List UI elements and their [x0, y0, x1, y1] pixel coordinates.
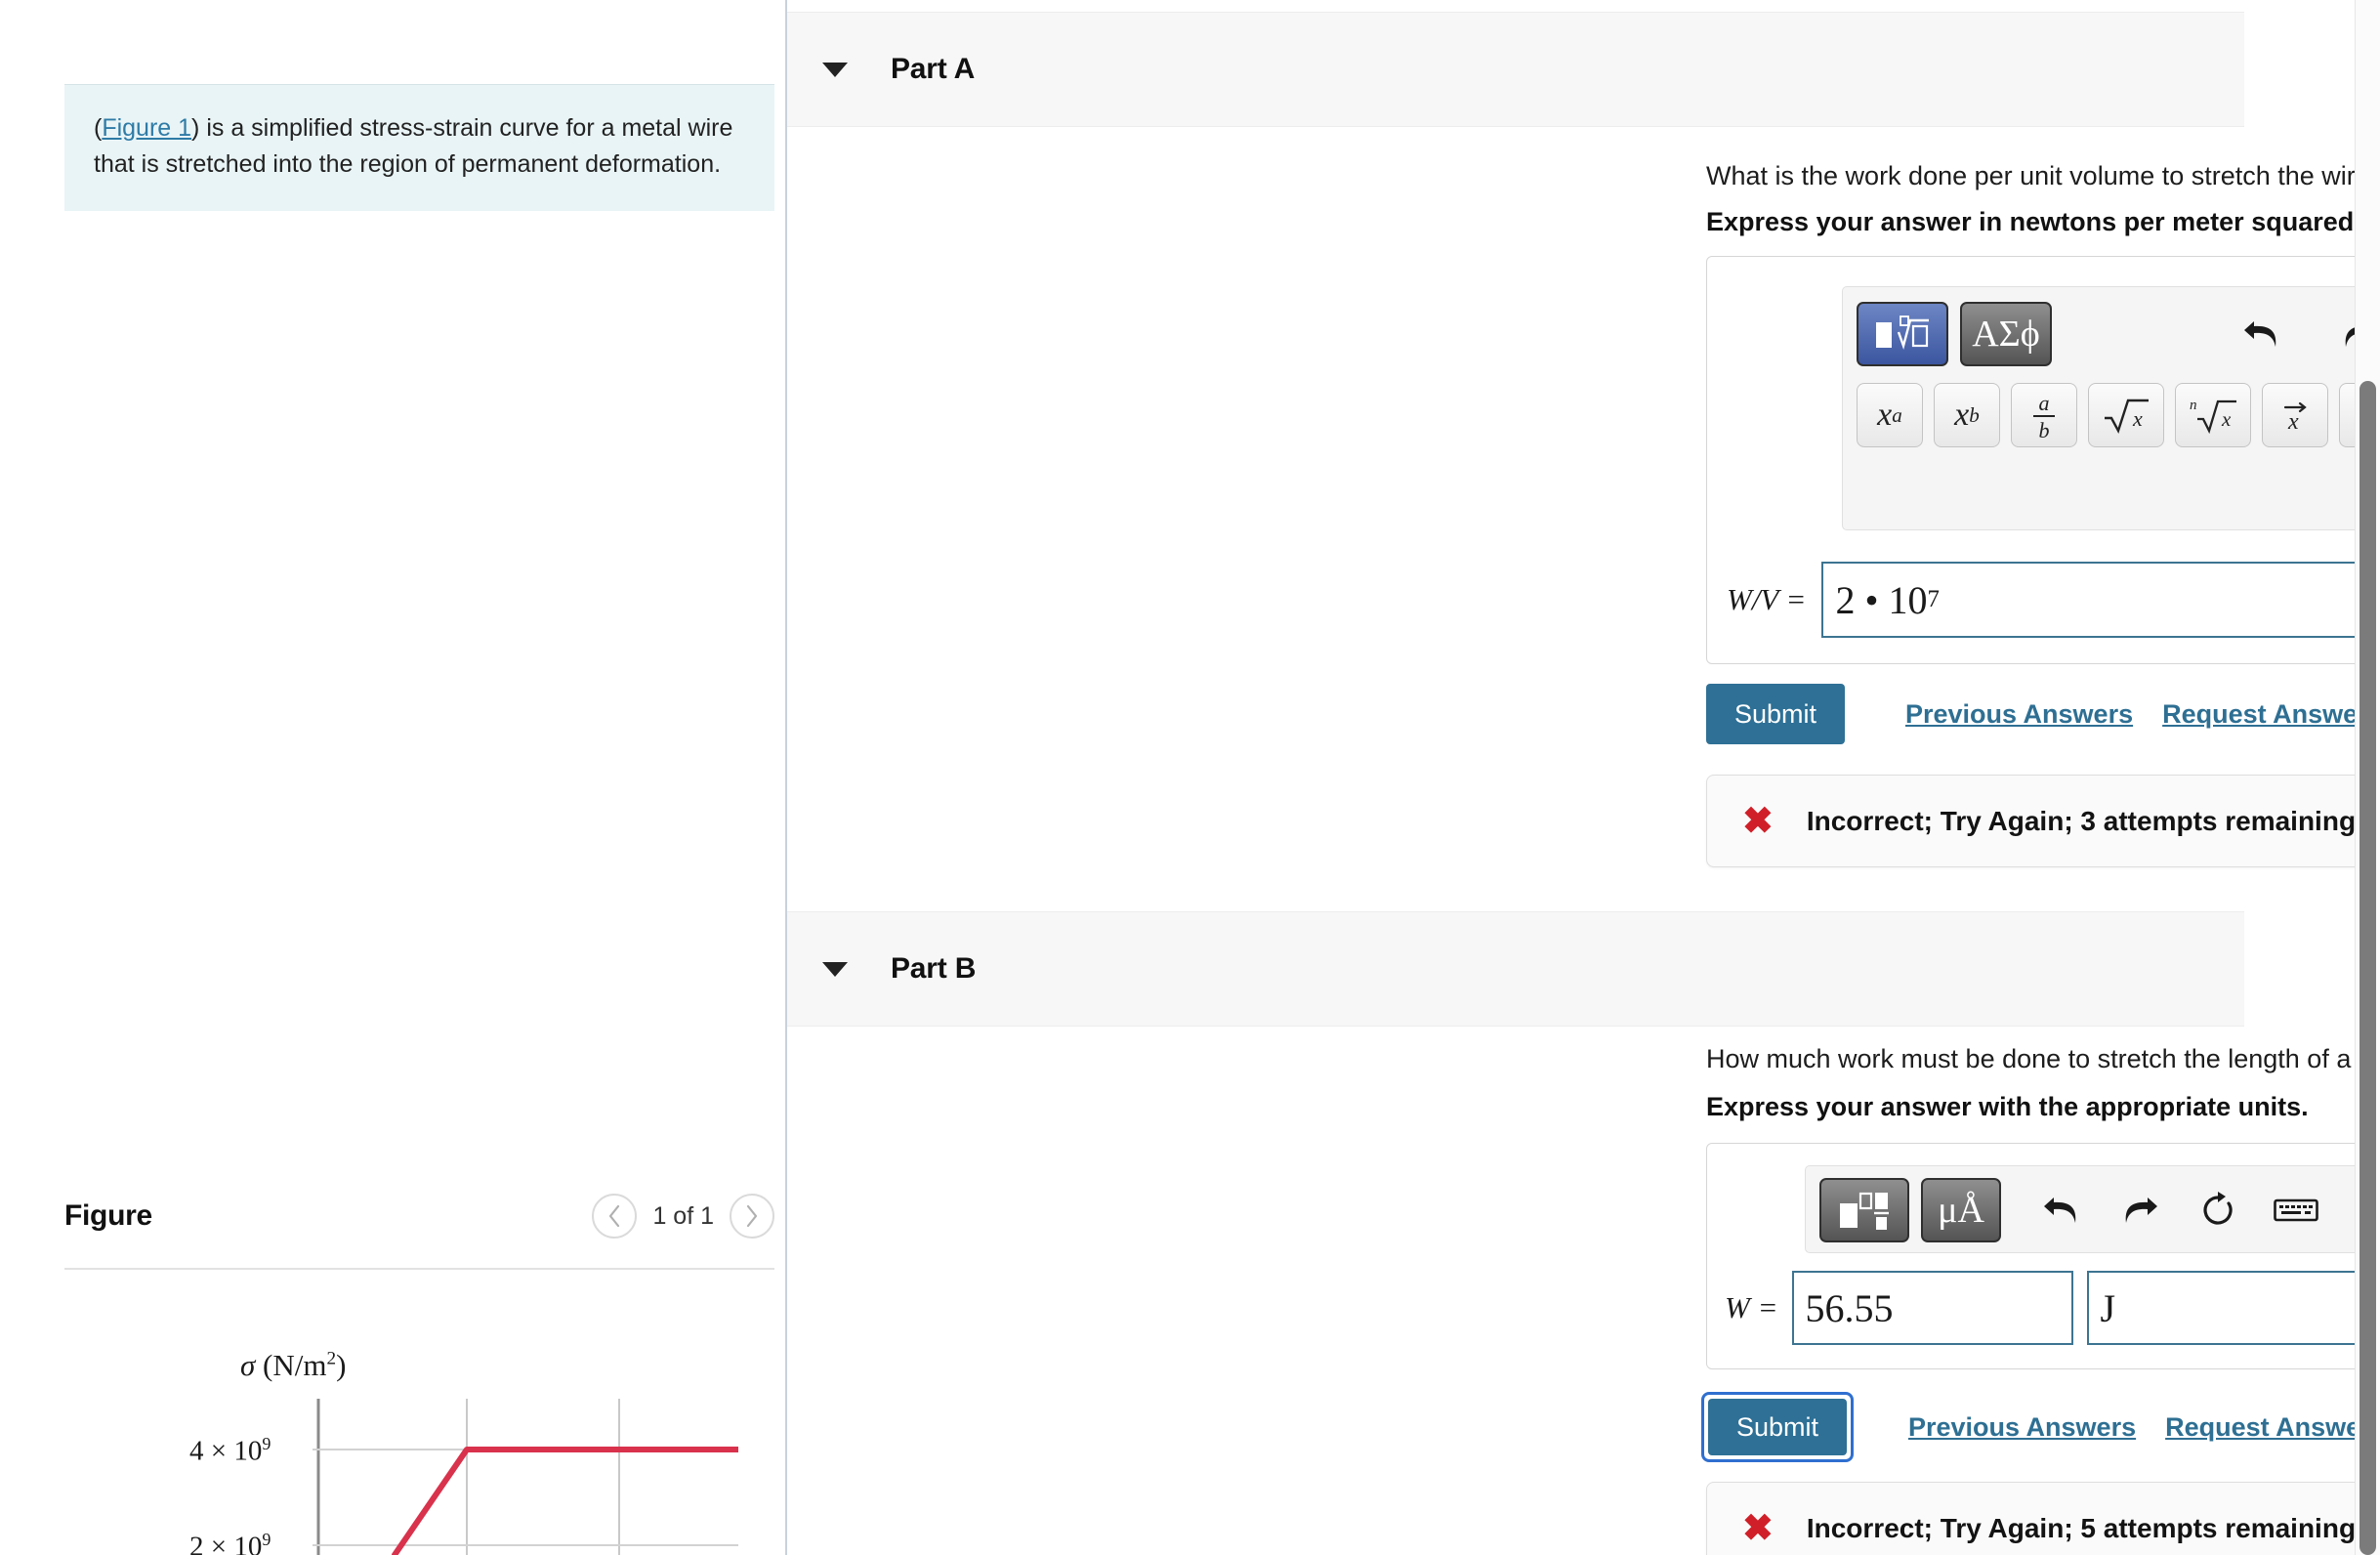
part-b-field-label: W = [1725, 1290, 1778, 1324]
right-pane: Part A What is the work done per unit vo… [787, 0, 2380, 1555]
part-b-toolbar-row: μÅ [1819, 1176, 2380, 1244]
part-a-submit-row: Submit Previous Answers Request Answer [1706, 684, 2368, 744]
part-b-instruction: Express your answer with the appropriate… [1706, 1092, 2309, 1121]
vertical-scrollbar-track[interactable] [2355, 0, 2380, 1555]
part-b-field-row: W = 56.55 J [1725, 1271, 2380, 1345]
undo-arrow-icon[interactable] [2028, 1178, 2095, 1242]
svg-text:x: x [2132, 406, 2143, 431]
part-a-previous-answers-link[interactable]: Previous Answers [1905, 699, 2133, 730]
part-a-field-label: W/V = [1727, 582, 1807, 616]
keyboard-icon[interactable] [2263, 1178, 2329, 1242]
part-a-feedback: ✖ Incorrect; Try Again; 3 attempts remai… [1706, 775, 2370, 867]
svg-text:n: n [2190, 398, 2197, 413]
math-template-icon[interactable] [1857, 302, 1948, 366]
undo-arrow-icon[interactable] [2228, 302, 2296, 366]
part-b-previous-answers-link[interactable]: Previous Answers [1908, 1412, 2136, 1443]
part-a-question: What is the work done per unit volume to… [1706, 161, 2380, 190]
part-a-request-answer-link[interactable]: Request Answer [2162, 699, 2368, 730]
unit-symbols-button[interactable]: μÅ [1921, 1178, 2001, 1242]
part-a-answer-value: 2 • 10 [1835, 577, 1928, 622]
caret-down-icon[interactable] [822, 961, 848, 977]
svg-text:b: b [2039, 418, 2050, 441]
pal-vector-button[interactable]: x [2262, 383, 2328, 447]
part-b-units-input[interactable]: J [2086, 1271, 2368, 1345]
part-a-palette-row: xa xb a b x n x x [1857, 383, 2380, 447]
part-b-submit-row: Submit Previous Answers Request Answer [1701, 1392, 2371, 1462]
part-a-header[interactable]: Part A [787, 12, 2244, 127]
unit-template-icon[interactable] [1819, 1178, 1909, 1242]
part-a-field-row: W/V = 2 • 107 N/m2 [1727, 562, 2380, 638]
problem-intro-box: (Figure 1) is a simplified stress-strain… [64, 84, 774, 211]
pal-fraction-button[interactable]: a b [2011, 383, 2077, 447]
part-b-feedback: ✖ Incorrect; Try Again; 5 attempts remai… [1706, 1482, 2370, 1555]
part-b-request-answer-link[interactable]: Request Answer [2165, 1412, 2371, 1443]
figure-divider [64, 1268, 774, 1270]
greek-symbols-button[interactable]: ΑΣϕ [1960, 302, 2052, 366]
page-root: (Figure 1) is a simplified stress-strain… [0, 0, 2380, 1555]
chart-ytick-2e9: 2 × 109 [189, 1530, 271, 1555]
vertical-scrollbar-thumb[interactable] [2359, 381, 2376, 1555]
stress-strain-chart: σ (N/m2) 4 × 109 2 × 109 [64, 1348, 774, 1555]
part-b-question-pre: How much work must be done to stretch th… [1706, 1044, 2380, 1073]
part-b-math-toolbar: μÅ [1805, 1165, 2380, 1253]
part-a-toolbar-top-row: ΑΣϕ [1857, 299, 2380, 369]
part-a-answer-exponent: 7 [1927, 586, 1940, 612]
left-pane: (Figure 1) is a simplified stress-strain… [0, 0, 787, 1555]
pal-nth-root-button[interactable]: n x [2175, 383, 2251, 447]
chevron-right-icon[interactable] [730, 1194, 774, 1239]
figure-1-link[interactable]: Figure 1 [102, 114, 191, 142]
part-a-instruction: Express your answer in newtons per meter… [1706, 207, 2380, 236]
redo-arrow-icon[interactable] [2107, 1178, 2173, 1242]
part-a-answer-panel: ΑΣϕ x a x b a b x n x x W/V = 2 • 10 7 [1706, 256, 2380, 664]
figure-title: Figure [64, 1199, 152, 1232]
chart-y-axis-label: σ (N/m2) [240, 1348, 347, 1382]
pal-power-button[interactable]: xa [1857, 383, 1923, 447]
part-b-submit-focus-ring: Submit [1701, 1392, 1854, 1462]
chevron-left-icon[interactable] [592, 1194, 638, 1239]
part-a-submit-button[interactable]: Submit [1706, 684, 1845, 744]
pal-sqrt-button[interactable]: x [2088, 383, 2164, 447]
part-a-title: Part A [891, 53, 976, 85]
part-a-feedback-text: Incorrect; Try Again; 3 attempts remaini… [1806, 805, 2357, 836]
svg-text:x: x [2287, 409, 2299, 435]
chart-ytick-4e9: 4 × 109 [189, 1434, 271, 1467]
chart-plot [313, 1399, 738, 1555]
figure-header: Figure 1 of 1 [64, 1194, 774, 1239]
part-a-math-toolbar: ΑΣϕ x a x b a b x n x x [1842, 286, 2380, 530]
part-b-submit-button[interactable]: Submit [1708, 1399, 1847, 1455]
svg-text:a: a [2039, 391, 2050, 415]
red-x-icon: ✖ [1742, 1507, 1774, 1549]
svg-text:x: x [2221, 407, 2232, 431]
pal-subscript-button[interactable]: xb [1934, 383, 2000, 447]
part-b-question: How much work must be done to stretch th… [1706, 1041, 2380, 1076]
part-b-feedback-text: Incorrect; Try Again; 5 attempts remaini… [1806, 1512, 2357, 1543]
part-a-answer-input[interactable]: 2 • 10 7 [1821, 562, 2380, 638]
caret-down-icon[interactable] [822, 62, 848, 77]
part-b-answer-panel: μÅ W = 56.55 J [1706, 1143, 2380, 1369]
figure-counter: 1 of 1 [652, 1201, 714, 1230]
red-x-icon: ✖ [1742, 800, 1774, 842]
part-b-title: Part B [891, 952, 977, 985]
part-b-header[interactable]: Part B [787, 911, 2244, 1027]
reset-circular-arrow-icon[interactable] [2185, 1178, 2251, 1242]
part-b-answer-input[interactable]: 56.55 [1791, 1271, 2073, 1345]
figure-nav: 1 of 1 [592, 1194, 774, 1239]
